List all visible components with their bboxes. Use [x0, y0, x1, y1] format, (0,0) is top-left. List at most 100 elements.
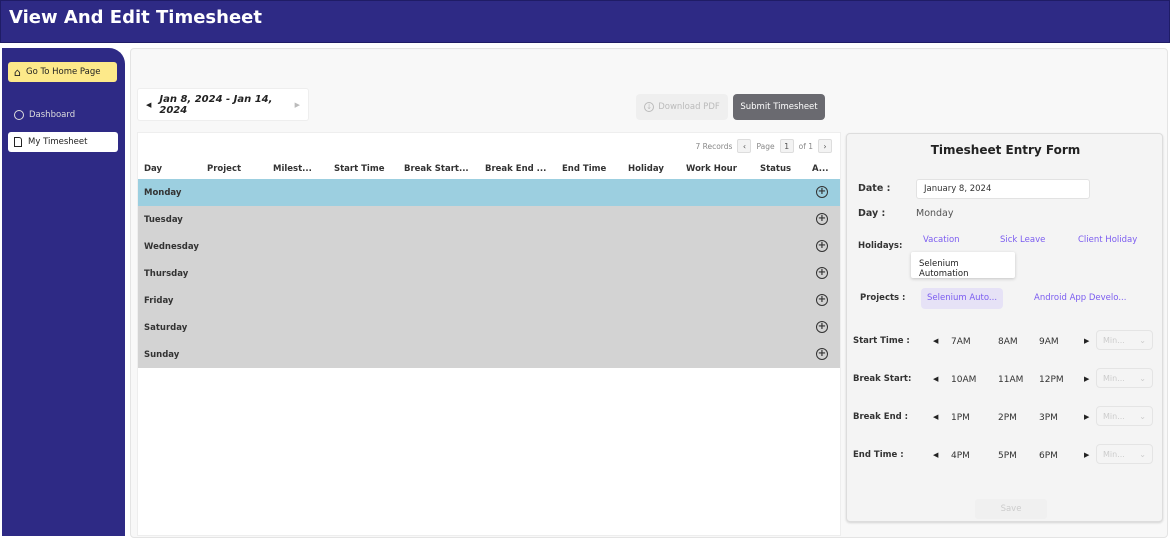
prev-page-button[interactable]: ‹ — [737, 139, 752, 153]
add-entry-icon[interactable]: + — [816, 213, 828, 225]
next-hours-button[interactable]: ▶ — [1084, 337, 1089, 345]
hour-option[interactable]: 4PM — [951, 451, 970, 461]
home-label: Go To Home Page — [25, 67, 101, 77]
holiday-vacation[interactable]: Vacation — [923, 235, 960, 245]
sidebar-item-my-timesheet[interactable]: My Timesheet — [8, 132, 118, 152]
hour-option[interactable]: 3PM — [1039, 413, 1058, 423]
holiday-sick-leave[interactable]: Sick Leave — [1000, 235, 1045, 245]
day-cell: Tuesday — [144, 214, 183, 225]
timesheet-table: 7 Records ‹ Page 1 of 1 › Day Project Mile… — [137, 132, 841, 536]
date-input[interactable]: January 8, 2024 — [916, 179, 1090, 199]
minute-select[interactable]: Min... ⌄ — [1096, 330, 1153, 350]
date-range-label: Jan 8, 2024 - Jan 14, 2024 — [159, 93, 273, 116]
sidebar-item-dashboard[interactable]: Dashboard — [14, 110, 75, 120]
column-header[interactable]: Project — [207, 164, 241, 174]
save-button[interactable]: Save — [975, 499, 1047, 519]
go-home-button[interactable]: ⌂ Go To Home Page — [8, 62, 117, 82]
table-row[interactable]: Wednesday + — [138, 233, 840, 260]
table-row[interactable]: Friday + — [138, 287, 840, 314]
page-label: Page — [756, 141, 775, 151]
hour-option[interactable]: 9AM — [1039, 337, 1059, 347]
next-page-button[interactable]: › — [818, 139, 832, 153]
table-row[interactable]: Saturday + — [138, 314, 840, 341]
hour-option[interactable]: 10AM — [951, 375, 976, 385]
day-cell: Wednesday — [144, 241, 199, 252]
table-row[interactable]: Tuesday + — [138, 206, 840, 233]
time-label: Break End : — [853, 412, 909, 422]
column-header[interactable]: Break End ... — [485, 164, 546, 174]
pagination: 7 Records ‹ Page 1 of 1 › — [695, 139, 832, 153]
project-selenium[interactable]: Selenium Auto... — [921, 288, 1004, 309]
hour-option[interactable]: 8AM — [998, 337, 1018, 347]
page-total: of 1 — [798, 141, 813, 151]
hour-option[interactable]: 6PM — [1039, 451, 1058, 461]
add-entry-icon[interactable]: + — [816, 321, 828, 333]
project-android[interactable]: Android App Develo... — [1034, 293, 1126, 303]
chevron-down-icon: ⌄ — [1139, 373, 1146, 383]
sidebar — [2, 48, 125, 536]
minute-placeholder: Min... — [1103, 449, 1125, 459]
sidebar-item-label: Dashboard — [29, 110, 76, 120]
day-label: Day : — [858, 208, 886, 219]
add-entry-icon[interactable]: + — [816, 348, 828, 360]
column-header[interactable]: Milest... — [273, 164, 312, 174]
add-entry-icon[interactable]: + — [816, 186, 828, 198]
column-header[interactable]: Status — [760, 164, 791, 174]
hour-option[interactable]: 1PM — [951, 413, 970, 423]
column-header[interactable]: Break Start... — [404, 164, 469, 174]
holiday-client-holiday[interactable]: Client Holiday — [1078, 235, 1137, 245]
day-cell: Monday — [144, 187, 182, 198]
page-input[interactable]: 1 — [779, 139, 794, 153]
projects-label: Projects : — [860, 293, 906, 303]
day-cell: Thursday — [144, 268, 189, 279]
page-title: View And Edit Timesheet — [9, 7, 262, 28]
column-header[interactable]: End Time — [562, 164, 606, 174]
hour-option[interactable]: 7AM — [951, 337, 971, 347]
next-hours-button[interactable]: ▶ — [1084, 413, 1089, 421]
download-pdf-button[interactable]: ↓ Download PDF — [636, 94, 728, 120]
column-header[interactable]: Work Hour — [686, 164, 737, 174]
download-label: Download PDF — [658, 102, 720, 112]
time-label: Start Time : — [853, 336, 910, 346]
day-value: Monday — [916, 208, 954, 219]
hour-option[interactable]: 12PM — [1039, 375, 1064, 385]
minute-select[interactable]: Min... ⌄ — [1096, 368, 1153, 388]
hour-option[interactable]: 2PM — [998, 413, 1017, 423]
holidays-label: Holidays: — [858, 241, 903, 251]
column-header[interactable]: A... — [812, 164, 828, 174]
hour-option[interactable]: 11AM — [998, 375, 1023, 385]
column-header[interactable]: Holiday — [628, 164, 664, 174]
table-row[interactable]: Sunday + — [138, 341, 840, 368]
day-cell: Friday — [144, 295, 174, 306]
minute-select[interactable]: Min... ⌄ — [1096, 406, 1153, 426]
home-icon: ⌂ — [14, 65, 21, 79]
date-range-picker: ◀ Jan 8, 2024 - Jan 14, 2024 ▶ — [137, 88, 309, 121]
next-hours-button[interactable]: ▶ — [1084, 451, 1089, 459]
time-label: End Time : — [853, 450, 904, 460]
minute-placeholder: Min... — [1103, 411, 1125, 421]
next-hours-button[interactable]: ▶ — [1084, 375, 1089, 383]
prev-hours-button[interactable]: ◀ — [933, 413, 938, 421]
column-header[interactable]: Start Time — [334, 164, 384, 174]
day-cell: Sunday — [144, 349, 180, 360]
prev-week-button[interactable]: ◀ — [146, 101, 151, 109]
add-entry-icon[interactable]: + — [816, 240, 828, 252]
add-entry-icon[interactable]: + — [816, 267, 828, 279]
hour-option[interactable]: 5PM — [998, 451, 1017, 461]
table-row[interactable]: Monday + — [138, 179, 840, 206]
dashboard-icon — [14, 110, 24, 120]
sidebar-item-label: My Timesheet — [28, 137, 88, 147]
records-count: 7 Records — [695, 141, 733, 151]
minute-placeholder: Min... — [1103, 373, 1125, 383]
chevron-down-icon: ⌄ — [1139, 449, 1146, 459]
prev-hours-button[interactable]: ◀ — [933, 451, 938, 459]
add-entry-icon[interactable]: + — [816, 294, 828, 306]
submit-timesheet-button[interactable]: Submit Timesheet — [733, 94, 825, 120]
prev-hours-button[interactable]: ◀ — [933, 337, 938, 345]
minute-select[interactable]: Min... ⌄ — [1096, 444, 1153, 464]
prev-hours-button[interactable]: ◀ — [933, 375, 938, 383]
column-header[interactable]: Day — [144, 164, 162, 174]
chevron-down-icon: ⌄ — [1139, 411, 1146, 421]
next-week-button[interactable]: ▶ — [295, 101, 300, 109]
table-row[interactable]: Thursday + — [138, 260, 840, 287]
